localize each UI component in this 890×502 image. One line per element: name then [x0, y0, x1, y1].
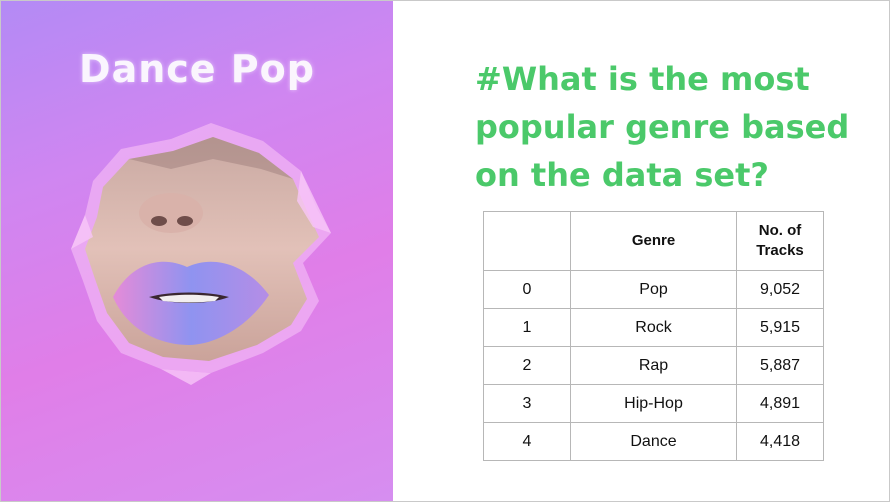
- table-row: 2 Rap 5,887: [483, 346, 824, 385]
- table-row: 1 Rock 5,915: [483, 308, 824, 347]
- table-row: 4 Dance 4,418: [483, 422, 824, 461]
- row-index: 3: [483, 384, 571, 423]
- header-genre: Genre: [570, 211, 737, 271]
- slide: Dance Pop #What is the most popular genr…: [0, 0, 890, 502]
- cover-title: Dance Pop: [79, 47, 315, 91]
- row-genre: Pop: [570, 270, 737, 309]
- row-index: 1: [483, 308, 571, 347]
- row-tracks: 5,887: [736, 346, 824, 385]
- row-index: 0: [483, 270, 571, 309]
- header-index: [483, 211, 571, 271]
- row-tracks: 5,915: [736, 308, 824, 347]
- row-genre: Hip-Hop: [570, 384, 737, 423]
- heading-line: on the data set?: [475, 156, 769, 194]
- table-header-row: Genre No. of Tracks: [483, 211, 824, 271]
- row-genre: Rock: [570, 308, 737, 347]
- row-tracks: 9,052: [736, 270, 824, 309]
- row-genre: Dance: [570, 422, 737, 461]
- row-tracks: 4,891: [736, 384, 824, 423]
- row-index: 2: [483, 346, 571, 385]
- album-cover: Dance Pop: [1, 1, 393, 501]
- genre-table: Genre No. of Tracks 0 Pop 9,052 1 Rock 5…: [483, 211, 824, 461]
- row-tracks: 4,418: [736, 422, 824, 461]
- table-row: 3 Hip-Hop 4,891: [483, 384, 824, 423]
- table-row: 0 Pop 9,052: [483, 270, 824, 309]
- row-genre: Rap: [570, 346, 737, 385]
- header-tracks: No. of Tracks: [736, 211, 824, 271]
- row-index: 4: [483, 422, 571, 461]
- slide-heading: #What is the most popular genre based on…: [475, 55, 875, 199]
- heading-line: #What is the most: [475, 60, 810, 98]
- heading-line: popular genre based: [475, 108, 850, 146]
